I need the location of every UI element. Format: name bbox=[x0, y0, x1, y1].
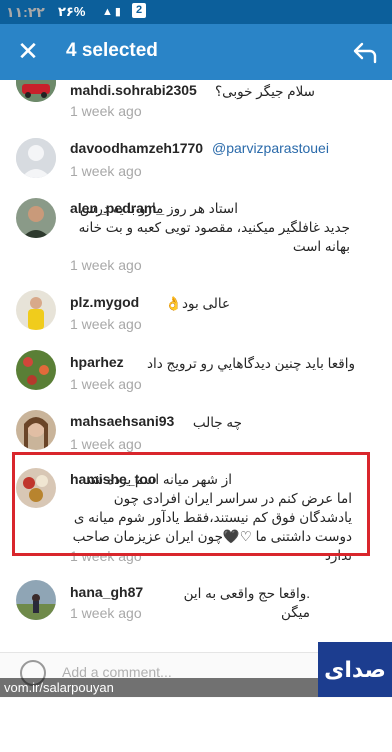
comment-username[interactable]: davoodhamzeh1770 bbox=[70, 140, 203, 156]
comment-time: 1 week ago bbox=[70, 436, 142, 452]
avatar[interactable] bbox=[16, 80, 56, 102]
comment-item[interactable]: hana_gh87 .واقعا حج واقعی به این میگن 1 … bbox=[0, 580, 392, 640]
comment-username[interactable]: hparhez bbox=[70, 354, 124, 370]
comment-list[interactable]: mahdi.sohrabi2305 سلام جیگر خوبی؟ 1 week… bbox=[0, 80, 392, 652]
comment-text: سلام جیگر خوبی؟ bbox=[214, 84, 315, 99]
avatar[interactable] bbox=[16, 350, 56, 390]
close-icon[interactable]: ✕ bbox=[14, 37, 42, 65]
logo: صدای میانه bbox=[318, 642, 392, 737]
status-time: ۱۱:۲۲ bbox=[6, 4, 45, 20]
watermark-url: vom.ir/salarpouyan bbox=[0, 678, 330, 697]
avatar[interactable] bbox=[16, 580, 56, 620]
avatar[interactable] bbox=[16, 290, 56, 330]
avatar[interactable] bbox=[16, 410, 56, 450]
comment-username[interactable]: plz.mygod bbox=[70, 294, 139, 310]
reply-icon[interactable] bbox=[352, 39, 378, 65]
comment-time: 1 week ago bbox=[70, 257, 142, 273]
comment-time: 1 week ago bbox=[70, 605, 142, 621]
comment-item[interactable]: davoodhamzeh1770 @parvizparastouei 1 wee… bbox=[0, 135, 392, 193]
comment-username[interactable]: mahdi.sohrabi2305 bbox=[70, 82, 197, 98]
comment-time: 1 week ago bbox=[70, 316, 142, 332]
comment-text: واقعا بايد چنين ديدگاهايي رو ترويج داد bbox=[147, 356, 355, 371]
selection-title: 4 selected bbox=[66, 40, 158, 61]
comment-username[interactable]: mahsaehsani93 bbox=[70, 413, 174, 429]
comment-mention[interactable]: @parvizparastouei bbox=[212, 140, 329, 156]
comment-time: 1 week ago bbox=[70, 376, 142, 392]
avatar[interactable] bbox=[16, 198, 56, 238]
highlight-box bbox=[12, 452, 370, 556]
comment-text: استاد هر روز مارو با یه درس جدید غافلگیر… bbox=[78, 201, 350, 254]
comment-text: چه جالب bbox=[192, 415, 242, 430]
notification-badge: 2 bbox=[132, 3, 146, 18]
comment-text: عالی بود👌 bbox=[165, 296, 230, 311]
comment-item[interactable]: hparhez واقعا بايد چنين ديدگاهايي رو ترو… bbox=[0, 348, 392, 406]
comment-item[interactable]: plz.mygod عالی بود👌 1 week ago bbox=[0, 288, 392, 344]
avatar[interactable] bbox=[16, 138, 56, 178]
selection-action-bar: ✕ 4 selected bbox=[0, 24, 392, 80]
comment-username[interactable]: hana_gh87 bbox=[70, 584, 143, 600]
comment-item[interactable]: alen_pedram_ استاد هر روز مارو با یه درس… bbox=[0, 198, 392, 280]
comment-time: 1 week ago bbox=[70, 103, 142, 119]
comment-item[interactable]: mahdi.sohrabi2305 سلام جیگر خوبی؟ 1 week… bbox=[0, 80, 392, 126]
status-bar: ۱۱:۲۲ ۲۶% ▲▮ 2 bbox=[0, 0, 392, 24]
battery-level: ۲۶% bbox=[58, 4, 86, 19]
comment-text: .واقعا حج واقعی به این میگن bbox=[183, 586, 310, 620]
comment-time: 1 week ago bbox=[70, 163, 142, 179]
signal-icon: ▲▮ bbox=[102, 6, 123, 18]
